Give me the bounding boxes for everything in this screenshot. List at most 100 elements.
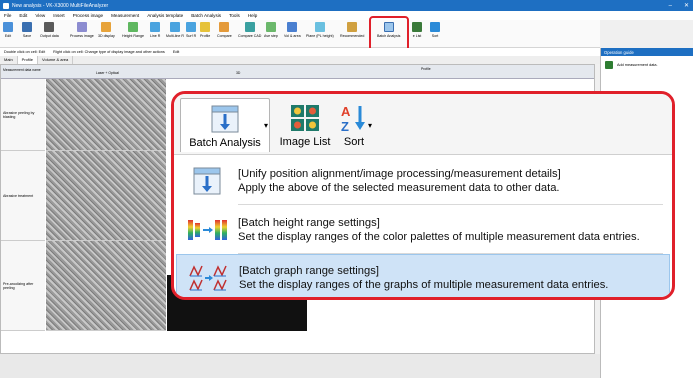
batch-analysis-icon	[210, 105, 240, 133]
optical-image-thumbnail[interactable]	[46, 79, 166, 151]
menu-item-description: Set the display ranges of the graphs of …	[239, 279, 609, 291]
ribbon-image-list-button[interactable]: e List	[412, 22, 422, 38]
grid-row-label[interactable]: Abrasive treatment	[1, 151, 45, 241]
menu-separator	[238, 204, 663, 205]
batch-analysis-zoom-callout: Batch Analysis ▾ Image List A Z Sort ▾ […	[171, 91, 675, 300]
batch-graph-range-icon	[187, 260, 229, 296]
profile-icon	[200, 22, 211, 32]
edit-link[interactable]: Edit	[173, 50, 180, 54]
menu-process-image[interactable]: Process image	[73, 13, 103, 18]
image-list-icon	[290, 104, 320, 132]
menu-item-batch-graph-range[interactable]: [Batch graph range settings] Set the dis…	[176, 254, 670, 297]
ribbon-sort-button[interactable]: Sort	[430, 22, 440, 38]
menu-item-unify-alignment[interactable]: [Unify position alignment/image processi…	[174, 157, 672, 205]
tab-main[interactable]: Main	[0, 56, 18, 64]
menu-item-title: [Batch graph range settings]	[239, 265, 379, 277]
image-list-button[interactable]: Image List	[278, 98, 332, 152]
ribbon-edit-button[interactable]: Edit	[3, 22, 13, 38]
grid-row-label[interactable]: Abrasive peeling by blasting	[1, 79, 45, 151]
edit-icon	[3, 22, 13, 32]
image-list-icon	[412, 22, 422, 32]
batch-analysis-highlight	[369, 16, 409, 52]
ribbon-plane-button[interactable]: Plane (PL height)	[306, 22, 334, 38]
ribbon-process-image-button[interactable]: Process image	[70, 22, 94, 38]
height-range-icon	[127, 22, 138, 32]
close-button[interactable]: ✕	[684, 2, 689, 9]
ribbon-toolbar: Edit Save Output data Process image 3D d…	[0, 20, 600, 48]
ribbon-line-r-button[interactable]: Line R	[150, 22, 160, 38]
vol-area-icon	[287, 22, 298, 32]
batch-height-range-icon	[186, 212, 228, 248]
hint-right-click: Right click on cell: Change type of disp…	[53, 50, 165, 54]
menu-bar: File Edit View Insert Process image Meas…	[0, 11, 693, 20]
optical-image-thumbnail[interactable]	[46, 151, 166, 241]
menu-item-description: Apply the above of the selected measurem…	[238, 182, 560, 194]
hint-bar: Double click on cell: Edit Right click o…	[0, 48, 600, 56]
col-header-profile: Profile	[421, 67, 431, 71]
view-tabs: Main Profile Volume & area	[0, 56, 600, 64]
ribbon-multi-line-r-button[interactable]: Multi-line R	[166, 22, 184, 38]
add-data-icon	[605, 61, 613, 69]
guide-item[interactable]: Add measurement data.	[601, 56, 693, 74]
grid-row-label[interactable]: Pre-anodizing after peeling	[1, 241, 45, 331]
3d-display-icon	[101, 22, 112, 32]
sort-icon	[430, 22, 440, 32]
menu-tools[interactable]: Tools	[229, 13, 240, 18]
menu-file[interactable]: File	[4, 13, 11, 18]
svg-text:A: A	[341, 104, 351, 119]
ribbon-vol-area-button[interactable]: Vol & area	[284, 22, 301, 38]
compare-icon	[219, 22, 230, 32]
tab-profile[interactable]: Profile	[17, 56, 39, 64]
menu-item-title: [Unify position alignment/image processi…	[238, 168, 561, 180]
ribbon-save-button[interactable]: Save	[22, 22, 32, 38]
output-data-icon	[44, 22, 55, 32]
col-header-name: Measurement data name	[3, 68, 41, 72]
ribbon-profile-button[interactable]: Profile	[200, 22, 210, 38]
col-header-laser: Laser + Optical	[96, 71, 119, 75]
app-icon	[3, 2, 9, 9]
hint-double-click: Double click on cell: Edit	[4, 50, 46, 54]
ribbon-ave-step-button[interactable]: Ave step	[264, 22, 278, 38]
popup-toolbar: Batch Analysis ▾ Image List A Z Sort ▾	[174, 94, 672, 155]
chevron-down-icon[interactable]: ▾	[368, 121, 372, 130]
menu-item-description: Set the display ranges of the color pale…	[238, 231, 640, 243]
process-image-icon	[76, 22, 87, 32]
multi-line-roughness-icon	[169, 22, 180, 32]
svg-text:Z: Z	[341, 119, 349, 132]
compare-cad-icon	[244, 22, 255, 32]
ribbon-compare-button[interactable]: Compare	[217, 22, 232, 38]
ribbon-compare-cad-button[interactable]: Compare CAD	[238, 22, 261, 38]
optical-image-thumbnail[interactable]	[46, 241, 166, 331]
menu-analysis-template[interactable]: Analysis template	[147, 13, 183, 18]
menu-edit[interactable]: Edit	[19, 13, 27, 18]
surface-roughness-icon	[186, 22, 197, 32]
chevron-down-icon[interactable]: ▾	[264, 121, 268, 130]
menu-item-batch-height-range[interactable]: [Batch height range settings] Set the di…	[174, 206, 672, 254]
menu-measurement[interactable]: Measurement	[111, 13, 139, 18]
ribbon-surf-r-button[interactable]: Surf R	[186, 22, 196, 38]
title-bar: New analysis - VK-X3000 MultiFileAnalyze…	[0, 0, 693, 11]
menu-batch-analysis[interactable]: Batch Analysis	[191, 13, 221, 18]
tab-volume-area[interactable]: Volume & area	[38, 56, 74, 64]
bottom-area	[0, 354, 600, 378]
menu-insert[interactable]: Insert	[53, 13, 65, 18]
plane-icon	[314, 22, 325, 32]
ribbon-height-range-button[interactable]: Height Range	[122, 22, 144, 38]
window-title: New analysis - VK-X3000 MultiFileAnalyze…	[12, 2, 109, 9]
menu-view[interactable]: View	[35, 13, 45, 18]
menu-item-title: [Batch height range settings]	[238, 217, 380, 229]
col-header-3d: 3D	[236, 71, 241, 75]
recommended-icon	[347, 22, 358, 32]
grid-header: Measurement data name Laser + Optical 3D…	[1, 65, 594, 79]
sort-az-icon: A Z	[339, 104, 369, 134]
batch-analysis-dropdown-button[interactable]: Batch Analysis	[180, 98, 270, 152]
menu-help[interactable]: Help	[248, 13, 257, 18]
ribbon-3d-display-button[interactable]: 3D display	[98, 22, 115, 38]
ribbon-recommended-button[interactable]: Recommended	[340, 22, 364, 38]
unify-alignment-icon	[186, 163, 228, 199]
save-icon	[22, 22, 32, 32]
ribbon-output-data-button[interactable]: Output data	[40, 22, 59, 38]
line-roughness-icon	[150, 22, 161, 32]
ave-step-icon	[265, 22, 276, 32]
minimize-button[interactable]: –	[669, 3, 672, 9]
